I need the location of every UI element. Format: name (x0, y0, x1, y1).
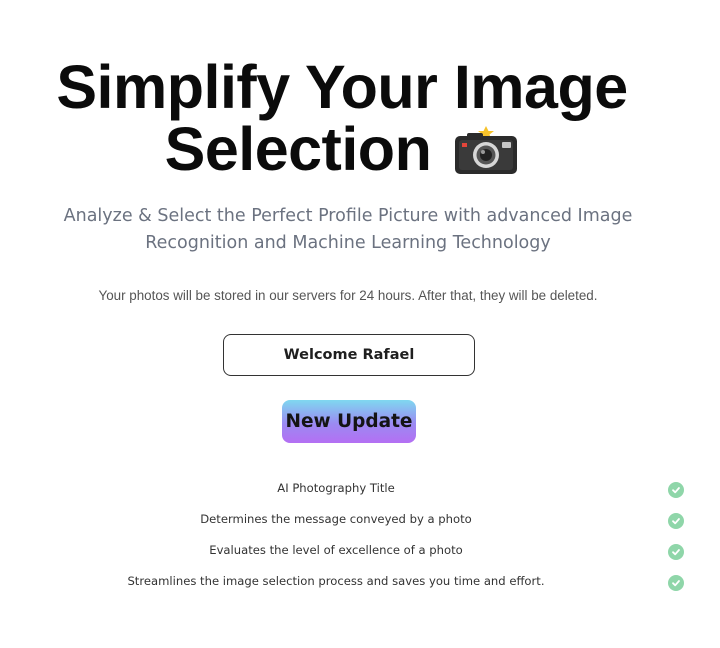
hero-title-line-2: Selection (0, 118, 684, 180)
feature-text: AI Photography Title (277, 481, 395, 495)
storage-note: Your photos will be stored in our server… (98, 288, 598, 303)
feature-text: Streamlines the image selection process … (127, 574, 545, 588)
check-circle-icon (668, 482, 684, 498)
check-circle-icon (668, 513, 684, 529)
feature-item: Streamlines the image selection process … (0, 571, 720, 595)
hero-title-line-2-text: Selection (164, 115, 432, 183)
welcome-text: Welcome Rafael (283, 347, 415, 363)
hero-title-line-1: Simplify Your Image (56, 53, 628, 121)
hero-title: Simplify Your Image Selection (0, 56, 684, 180)
feature-text: Determines the message conveyed by a pho… (200, 512, 472, 526)
feature-item: Determines the message conveyed by a pho… (0, 509, 720, 533)
check-circle-icon (668, 544, 684, 560)
feature-text: Evaluates the level of excellence of a p… (209, 543, 463, 557)
welcome-box: Welcome Rafael (223, 334, 475, 376)
subtitle: Analyze & Select the Perfect Profile Pic… (63, 206, 633, 253)
feature-item: Evaluates the level of excellence of a p… (0, 540, 720, 564)
new-update-button[interactable]: New Update (282, 400, 416, 443)
feature-item: AI Photography Title (0, 478, 720, 502)
check-circle-icon (668, 575, 684, 591)
camera-with-flash-icon (453, 126, 519, 176)
